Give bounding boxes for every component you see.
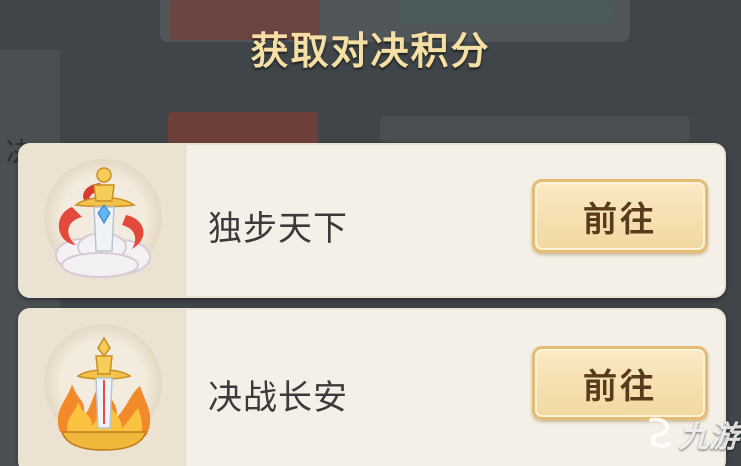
entry-name: 决战长安 <box>208 378 348 418</box>
entry-icon-panel <box>20 145 186 296</box>
jiuyou-logo-icon <box>649 417 671 449</box>
entry-name: 独步天下 <box>208 209 348 249</box>
watermark: 九游 <box>645 412 739 456</box>
entry-card-dubu-tianxia: 独步天下 前往 <box>18 143 726 298</box>
background-text-row <box>380 116 690 142</box>
go-button[interactable]: 前往 <box>532 179 708 253</box>
entry-icon-panel <box>20 310 186 466</box>
sword-on-cloud-icon <box>55 167 151 278</box>
entry-card-juezhan-changan: 决战长安 前往 <box>18 308 726 466</box>
sword-in-flames-icon <box>57 336 151 451</box>
dialog-title: 获取对决积分 <box>250 29 491 73</box>
background-tag <box>168 112 318 144</box>
go-button[interactable]: 前往 <box>532 346 708 420</box>
watermark-text: 九游 <box>679 420 739 455</box>
